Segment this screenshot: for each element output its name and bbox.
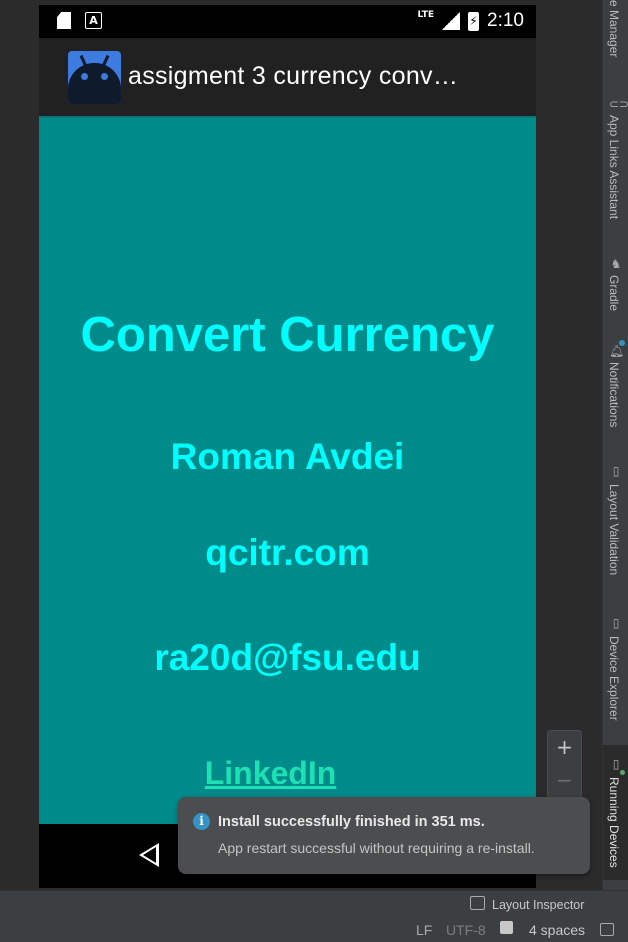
signal-icon: [442, 12, 461, 30]
author-name: Roman Avdei: [170, 436, 405, 477]
website-text: qcitr.com: [205, 532, 370, 573]
linkedin-link[interactable]: LinkedIn: [203, 755, 338, 792]
tool-label: Device Explorer: [607, 636, 621, 721]
tool-resource-manager[interactable]: e Manager: [603, 0, 628, 70]
info-icon: i: [193, 813, 210, 830]
bottom-tool-strip: Layout Inspector: [0, 890, 628, 917]
network-type: LTE: [417, 10, 435, 20]
notification-badge: [619, 340, 625, 346]
emulator-screen[interactable]: A LTE ⚡ 2:10 assigment 3 currency conv… …: [39, 5, 536, 888]
battery-charging-icon: ⚡: [468, 11, 480, 31]
line-ending-indicator[interactable]: LF: [416, 922, 432, 938]
tool-device-explorer[interactable]: ▯ Device Explorer: [603, 612, 628, 730]
tool-label: App Links Assistant: [607, 115, 621, 220]
tool-label: e Manager: [607, 0, 621, 58]
running-devices-icon: ▯: [612, 757, 620, 771]
install-notification[interactable]: i Install successfully finished in 351 m…: [178, 797, 590, 874]
zoom-controls: + −: [547, 730, 582, 798]
tool-label: Notifications: [607, 362, 621, 428]
bell-icon: 🔔︎: [609, 344, 625, 358]
android-app-icon: [68, 51, 121, 104]
lock-icon[interactable]: [600, 923, 614, 936]
heading-convert-currency: Convert Currency: [80, 308, 495, 362]
tool-gradle[interactable]: ♞ Gradle: [603, 255, 628, 320]
android-status-bar: A LTE ⚡ 2:10: [39, 5, 536, 38]
encoding-indicator[interactable]: UTF-8: [446, 922, 486, 938]
tool-layout-validation[interactable]: ▯ Layout Validation: [603, 460, 628, 590]
email-text: ra20d@fsu.edu: [154, 637, 421, 678]
accessibility-a-icon: A: [85, 12, 102, 29]
tool-label: Layout Validation: [607, 484, 621, 576]
status-clock: 2:10: [487, 10, 524, 31]
layout-inspector-icon: [470, 896, 485, 910]
link-icon: ⊂⊃: [609, 97, 628, 111]
app-title: assigment 3 currency conv…: [128, 62, 459, 90]
back-icon[interactable]: [139, 843, 159, 867]
right-tool-strip: e Manager ⊂⊃ App Links Assistant ♞ Gradl…: [602, 0, 628, 890]
tool-label: Gradle: [607, 275, 621, 312]
zoom-in-button[interactable]: +: [548, 731, 581, 764]
tool-running-devices[interactable]: ▯ Running Devices: [603, 745, 628, 880]
layout-inspector-button[interactable]: Layout Inspector: [492, 898, 584, 912]
sd-card-icon: [57, 12, 71, 29]
gradle-elephant-icon: ♞: [610, 257, 622, 271]
indent-indicator[interactable]: 4 spaces: [529, 922, 585, 938]
notification-title: Install successfully finished in 351 ms.: [218, 814, 485, 830]
app-content: Convert Currency Roman Avdei qcitr.com r…: [39, 116, 536, 826]
tool-app-links-assistant[interactable]: ⊂⊃ App Links Assistant: [603, 95, 628, 235]
layout-validation-icon: ▯: [612, 464, 620, 478]
phone-icon: ▯: [612, 616, 620, 630]
running-indicator: [620, 770, 625, 775]
tool-label: Running Devices: [607, 777, 621, 868]
zoom-out-button[interactable]: −: [548, 764, 581, 797]
app-bar: assigment 3 currency conv…: [39, 38, 536, 116]
ide-status-bar: LF UTF-8 4 spaces: [0, 917, 628, 942]
inspection-icon[interactable]: [500, 921, 513, 934]
tool-notifications[interactable]: 🔔︎ Notifications: [603, 340, 628, 440]
notification-body: App restart successful without requiring…: [218, 840, 535, 856]
